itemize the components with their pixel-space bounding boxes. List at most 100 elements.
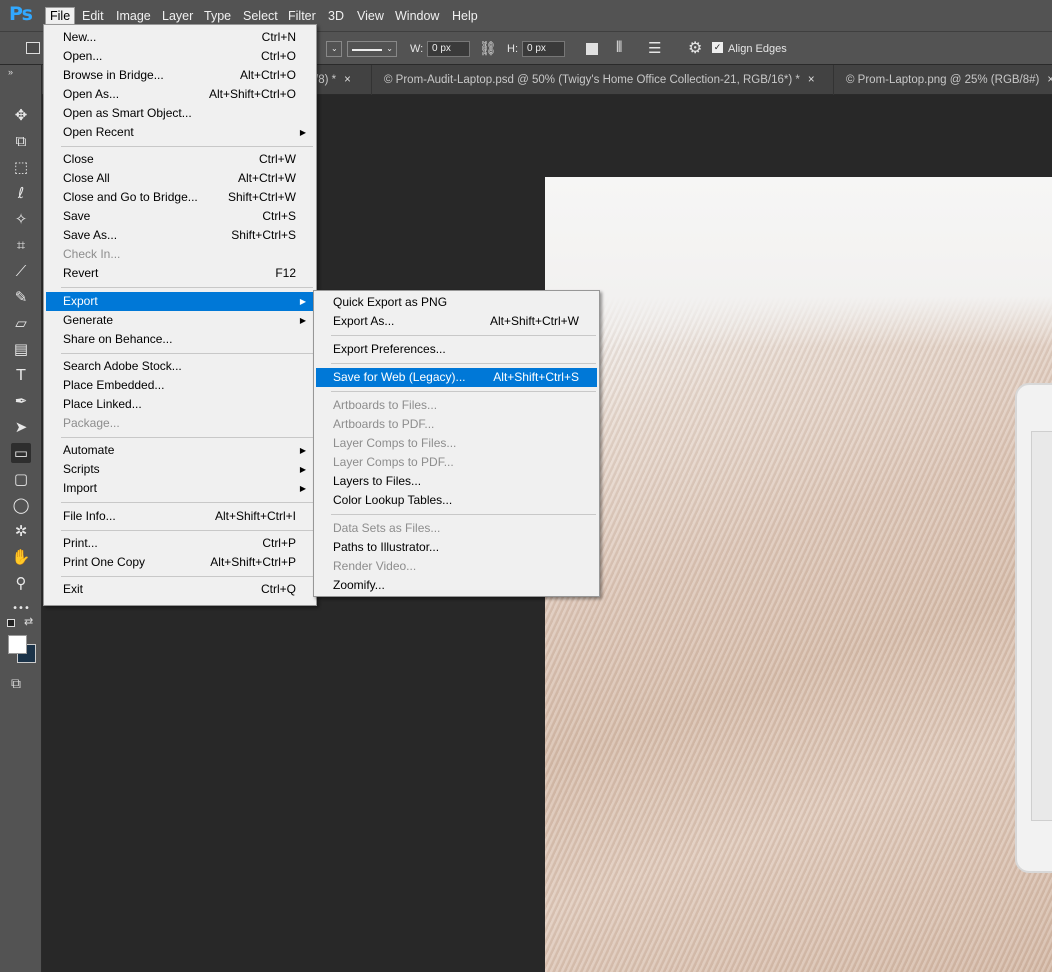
height-label: H:: [507, 43, 518, 55]
tab-title: © Prom-Audit-Laptop.psd @ 50% (Twigy's H…: [384, 74, 800, 86]
menu-item-export-preferences[interactable]: Export Preferences...: [316, 340, 597, 359]
lasso-tool-icon[interactable]: ℓ: [11, 183, 31, 203]
menu-item-layers-to-files[interactable]: Layers to Files...: [316, 472, 597, 491]
type-tool-icon[interactable]: T: [11, 365, 31, 385]
menu-item-save-for-web-legacy[interactable]: Save for Web (Legacy)... Alt+Shift+Ctrl+S: [316, 368, 597, 387]
menu-item-label: Layers to Files...: [333, 474, 422, 488]
custom-shape-tool-icon[interactable]: ✲: [11, 521, 31, 541]
width-input[interactable]: 0 px: [427, 41, 470, 57]
menu-item-import[interactable]: Import ▶: [46, 479, 314, 498]
swap-colors-icon[interactable]: ⇄: [24, 615, 33, 628]
menu-item-share-on-behance[interactable]: Share on Behance...: [46, 330, 314, 349]
menu-item-label: Place Embedded...: [63, 377, 165, 392]
stroke-line-dropdown[interactable]: ⌄: [347, 41, 397, 57]
menu-item-print[interactable]: Print... Ctrl+P: [46, 534, 314, 553]
menu-item-close-and-go-to-bridge[interactable]: Close and Go to Bridge... Shift+Ctrl+W: [46, 188, 314, 207]
menu-item-label: Browse in Bridge...: [63, 68, 164, 82]
move-tool-icon[interactable]: ✥: [11, 105, 31, 125]
menu-item-label: Save As...: [63, 228, 118, 243]
menu-item-file-info[interactable]: File Info... Alt+Shift+Ctrl+I: [46, 507, 314, 526]
menu-select[interactable]: Select: [239, 8, 282, 24]
menu-view[interactable]: View: [353, 8, 388, 24]
artboard-tool-icon[interactable]: ⧉: [11, 131, 31, 151]
path-operations-icon[interactable]: [586, 43, 598, 55]
close-icon[interactable]: ×: [344, 74, 351, 86]
menu-item-open-recent[interactable]: Open Recent ▶: [46, 123, 314, 142]
magic-wand-tool-icon[interactable]: ✧: [11, 209, 31, 229]
eyedropper-tool-icon[interactable]: ⟋: [11, 261, 31, 281]
menu-item-exit[interactable]: Exit Ctrl+Q: [46, 580, 314, 599]
menu-file[interactable]: File: [45, 7, 76, 25]
tool-preset-icon[interactable]: [26, 42, 40, 54]
brush-tool-icon[interactable]: ✎: [11, 287, 31, 307]
align-edges-checkbox[interactable]: ✓: [712, 42, 723, 53]
menu-separator: [61, 287, 313, 289]
stroke-type-dropdown[interactable]: ⌄: [326, 41, 342, 57]
menu-item-place-linked[interactable]: Place Linked...: [46, 395, 314, 414]
menu-item-paths-to-illustrator[interactable]: Paths to Illustrator...: [316, 538, 597, 557]
menu-item-open[interactable]: Open... Ctrl+O: [46, 47, 314, 66]
link-dimensions-icon[interactable]: ⛓: [479, 40, 497, 57]
menu-item-save-as[interactable]: Save As... Shift+Ctrl+S: [46, 226, 314, 245]
menu-item-export-as[interactable]: Export As... Alt+Shift+Ctrl+W: [316, 312, 597, 331]
menu-item-color-lookup-tables[interactable]: Color Lookup Tables...: [316, 491, 597, 510]
tools-panel: » ✥ ⧉ ⬚ ℓ ✧ ⌗ ⟋ ✎ ▱ ▤ T ✒ ➤ ▭ ▢ ◯ ✲ ✋ ⚲ ••• ⇄ ⧉: [0, 65, 42, 972]
menu-item-export[interactable]: Export ▶: [46, 291, 314, 311]
path-alignment-icon[interactable]: ⫴: [616, 39, 622, 56]
path-selection-tool-icon[interactable]: ➤: [11, 417, 31, 437]
zoom-tool-icon[interactable]: ⚲: [11, 573, 31, 593]
path-arrangement-icon[interactable]: ☰: [648, 39, 661, 57]
screen-mode-icon[interactable]: ⧉: [11, 675, 21, 692]
foreground-color-swatch[interactable]: [8, 635, 27, 654]
menu-item-label: Quick Export as PNG: [333, 295, 448, 309]
submenu-arrow-icon: ▶: [299, 484, 306, 494]
gear-icon[interactable]: ⚙: [688, 38, 702, 58]
menu-3d[interactable]: 3D: [324, 8, 348, 24]
menu-item-label: Color Lookup Tables...: [333, 493, 453, 507]
menu-image[interactable]: Image: [112, 8, 155, 24]
close-icon[interactable]: ×: [1047, 74, 1052, 86]
ellipse-tool-icon[interactable]: ◯: [11, 495, 31, 515]
hand-tool-icon[interactable]: ✋: [11, 547, 31, 567]
menu-filter[interactable]: Filter: [284, 8, 320, 24]
menu-edit[interactable]: Edit: [78, 8, 108, 24]
menu-layer[interactable]: Layer: [158, 8, 197, 24]
menu-item-zoomify[interactable]: Zoomify...: [316, 576, 597, 595]
eraser-tool-icon[interactable]: ▱: [11, 313, 31, 333]
menu-item-scripts[interactable]: Scripts ▶: [46, 460, 314, 479]
menu-item-browse-in-bridge[interactable]: Browse in Bridge... Alt+Ctrl+O: [46, 66, 314, 85]
rounded-rectangle-tool-icon[interactable]: ▢: [11, 469, 31, 489]
document-tab[interactable]: © Prom-Audit-Laptop.psd @ 50% (Twigy's H…: [371, 65, 833, 95]
menu-item-close[interactable]: Close Ctrl+W: [46, 150, 314, 169]
height-input[interactable]: 0 px: [522, 41, 565, 57]
menu-item-place-embedded[interactable]: Place Embedded...: [46, 376, 314, 395]
panel-collapse-icon[interactable]: »: [8, 67, 13, 77]
crop-tool-icon[interactable]: ⌗: [11, 235, 31, 255]
menu-item-print-one-copy[interactable]: Print One Copy Alt+Shift+Ctrl+P: [46, 553, 314, 572]
menu-item-quick-export-as-png[interactable]: Quick Export as PNG: [316, 293, 597, 312]
menu-item-search-adobe-stock[interactable]: Search Adobe Stock...: [46, 357, 314, 376]
menu-item-open-as-smart-object[interactable]: Open as Smart Object...: [46, 104, 314, 123]
menu-item-new[interactable]: New... Ctrl+N: [46, 28, 314, 47]
menu-item-generate[interactable]: Generate ▶: [46, 311, 314, 330]
menu-window[interactable]: Window: [391, 8, 443, 24]
document-image[interactable]: [545, 177, 1052, 972]
menu-separator: [61, 352, 313, 354]
chevron-down-icon: ⌄: [386, 44, 393, 53]
menu-item-open-as[interactable]: Open As... Alt+Shift+Ctrl+O: [46, 85, 314, 104]
menu-item-revert[interactable]: Revert F12: [46, 264, 314, 283]
menu-item-shortcut: Alt+Shift+Ctrl+W: [489, 314, 579, 328]
close-icon[interactable]: ×: [808, 74, 815, 86]
menu-type[interactable]: Type: [200, 8, 235, 24]
menu-item-automate[interactable]: Automate ▶: [46, 441, 314, 460]
menu-help[interactable]: Help: [448, 8, 482, 24]
rectangle-tool-icon[interactable]: ▭: [11, 443, 31, 463]
pen-tool-icon[interactable]: ✒: [11, 391, 31, 411]
gradient-tool-icon[interactable]: ▤: [11, 339, 31, 359]
marquee-tool-icon[interactable]: ⬚: [11, 157, 31, 177]
menu-item-save[interactable]: Save Ctrl+S: [46, 207, 314, 226]
menu-item-shortcut: Ctrl+N: [261, 30, 296, 44]
default-colors-icon[interactable]: [7, 619, 15, 627]
document-tab[interactable]: © Prom-Laptop.png @ 25% (RGB/8#) ×: [833, 65, 1052, 95]
menu-item-close-all[interactable]: Close All Alt+Ctrl+W: [46, 169, 314, 188]
